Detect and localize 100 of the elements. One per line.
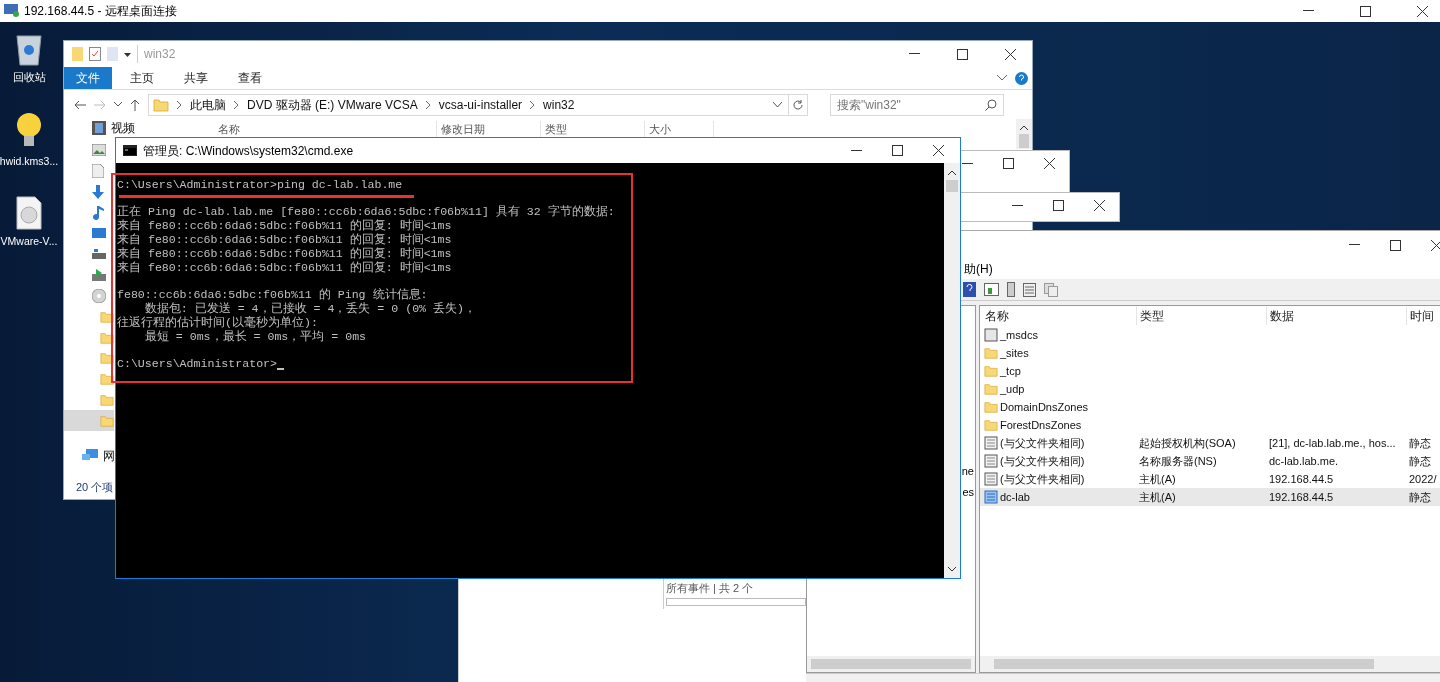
record-row[interactable]: (与父文件夹相同) 主机(A) 192.168.44.5 2022/ (980, 470, 1440, 488)
maximize-icon[interactable] (957, 48, 968, 60)
maximize-icon[interactable] (892, 145, 903, 156)
maximize-icon[interactable] (1003, 158, 1014, 169)
console-line: fe80::cc6b:6da6:5dbc:f06b%11 的 Ping 统计信息: (117, 288, 428, 302)
recycle-bin-icon[interactable] (13, 32, 45, 66)
drive-icon (92, 269, 106, 282)
chevron-icon[interactable] (1020, 125, 1028, 130)
desktop-icon-label[interactable]: VMware-V... (0, 233, 58, 250)
record-row[interactable]: (与父文件夹相同) 起始授权机构(SOA) [21], dc-lab.lab.me., hos... 静态 (980, 434, 1440, 452)
console-line: 最短 = 0ms，最长 = 0ms，平均 = 0ms (143, 330, 367, 344)
minimize-icon[interactable] (909, 53, 920, 55)
close-icon[interactable] (1094, 200, 1105, 211)
tree-item[interactable]: ne (961, 463, 974, 480)
record-row[interactable]: (与父文件夹相同) 名称服务器(NS) dc-lab.lab.me. 静态 (980, 452, 1440, 470)
help-icon[interactable] (1015, 71, 1028, 85)
search-field[interactable]: 搜索"win32" (830, 93, 1004, 116)
record-row[interactable]: _msdcs (980, 326, 1440, 344)
record-row[interactable]: _sites (980, 344, 1440, 362)
desktop-icon-label[interactable]: 回收站 (12, 70, 46, 86)
chevron-icon[interactable] (773, 101, 782, 108)
maximize-icon[interactable] (1360, 5, 1371, 17)
breadcrumb-item[interactable]: 此电脑 (190, 95, 226, 114)
close-icon[interactable] (1417, 5, 1428, 17)
desktop-icon-label[interactable]: hwid.kms3... (0, 153, 59, 170)
chevron-icon[interactable] (997, 75, 1007, 81)
column-header[interactable]: 时间 (1406, 307, 1440, 325)
chevron-icon (425, 100, 431, 109)
address-bar[interactable]: 此电脑 DVD 驱动器 (E:) VMware VCSA vcsa-ui-installer win32 (148, 93, 808, 116)
properties-icon[interactable] (89, 47, 101, 61)
record-row[interactable]: dc-lab 主机(A) 192.168.44.5 静态 (980, 488, 1440, 506)
back-arrow-icon[interactable] (74, 99, 86, 110)
caret-icon[interactable] (124, 51, 131, 57)
minimize-icon[interactable] (851, 149, 862, 152)
chevron-icon[interactable] (948, 170, 956, 175)
record-timestamp: 静态 (1408, 489, 1431, 505)
horizontal-scrollbar[interactable] (807, 656, 975, 672)
music-note-icon (92, 205, 104, 220)
search-icon[interactable] (985, 98, 997, 111)
breadcrumb-item[interactable]: vcsa-ui-installer (438, 95, 523, 114)
folder-icon (984, 346, 998, 360)
breadcrumb-item[interactable]: win32 (543, 95, 575, 114)
list-icon[interactable] (1023, 282, 1036, 297)
close-icon[interactable] (1005, 48, 1016, 60)
sidebar-item[interactable]: 网 (64, 445, 115, 466)
vertical-scrollbar[interactable] (1016, 119, 1032, 149)
column-header[interactable]: 名称 (980, 307, 1136, 325)
window-title: win32 (137, 45, 176, 63)
chevron-icon[interactable] (114, 102, 122, 107)
horizontal-scrollbar[interactable] (980, 656, 1440, 672)
record-icon (984, 472, 998, 486)
record-row[interactable]: DomainDnsZones (980, 398, 1440, 416)
scrollbar-thumb[interactable] (811, 659, 971, 669)
record-name: (与父文件夹相同) (1000, 453, 1085, 469)
minimize-icon[interactable] (1303, 10, 1314, 12)
console-icon[interactable] (984, 283, 999, 296)
console-line: C:\Users\Administrator>ping dc-lab.lab.me (117, 178, 403, 192)
chevron-icon[interactable] (948, 567, 956, 572)
scrollbar-thumb[interactable] (994, 659, 1374, 669)
minimize-icon[interactable] (1349, 244, 1360, 246)
column-header[interactable]: 名称 (212, 120, 436, 138)
maximize-icon[interactable] (1390, 239, 1401, 251)
record-timestamp: 静态 (1408, 435, 1431, 451)
close-icon[interactable] (1431, 239, 1440, 251)
ribbon-tab[interactable]: 共享 (172, 67, 220, 89)
column-header[interactable]: 类型 (1136, 307, 1266, 325)
close-icon[interactable] (1044, 158, 1055, 169)
tree-item[interactable]: es (962, 483, 974, 500)
column-header[interactable]: 数据 (1266, 307, 1406, 325)
ribbon-tab[interactable]: 文件 (64, 67, 112, 89)
vertical-scrollbar[interactable] (944, 163, 960, 578)
folder-icon (984, 382, 998, 396)
ribbon-tab[interactable]: 主页 (118, 67, 166, 89)
record-name: DomainDnsZones (1000, 399, 1089, 415)
scrollbar[interactable] (666, 597, 806, 606)
minimize-icon[interactable] (962, 162, 973, 165)
record-name: _msdcs (1000, 327, 1038, 343)
record-type: 名称服务器(NS) (1138, 453, 1218, 469)
console-line: 往返行程的估计时间(以毫秒为单位): (117, 316, 318, 330)
help-icon[interactable] (963, 282, 976, 297)
record-row[interactable]: _tcp (980, 362, 1440, 380)
record-row[interactable]: ForestDnsZones (980, 416, 1440, 434)
record-timestamp: 2022/ (1408, 471, 1437, 487)
close-icon[interactable] (933, 145, 944, 156)
refresh-icon[interactable] (792, 98, 804, 111)
disc-file-icon[interactable] (15, 195, 43, 230)
scrollbar-thumb[interactable] (1019, 134, 1029, 148)
folder-icon (984, 418, 998, 432)
sidebar-item[interactable]: 视频 (64, 119, 135, 137)
server-icon[interactable] (1007, 282, 1015, 297)
record-icon (984, 454, 998, 468)
breadcrumb-item[interactable]: DVD 驱动器 (E:) VMware VCSA (247, 95, 418, 114)
maximize-icon[interactable] (1053, 200, 1064, 211)
up-arrow-icon[interactable] (130, 98, 140, 111)
ribbon-tab[interactable]: 查看 (226, 67, 274, 89)
menu-item[interactable]: 助(H) (964, 260, 993, 278)
scrollbar-thumb[interactable] (946, 180, 958, 192)
record-data: 192.168.44.5 (1268, 489, 1335, 505)
minimize-icon[interactable] (1012, 204, 1023, 207)
record-row[interactable]: _udp (980, 380, 1440, 398)
